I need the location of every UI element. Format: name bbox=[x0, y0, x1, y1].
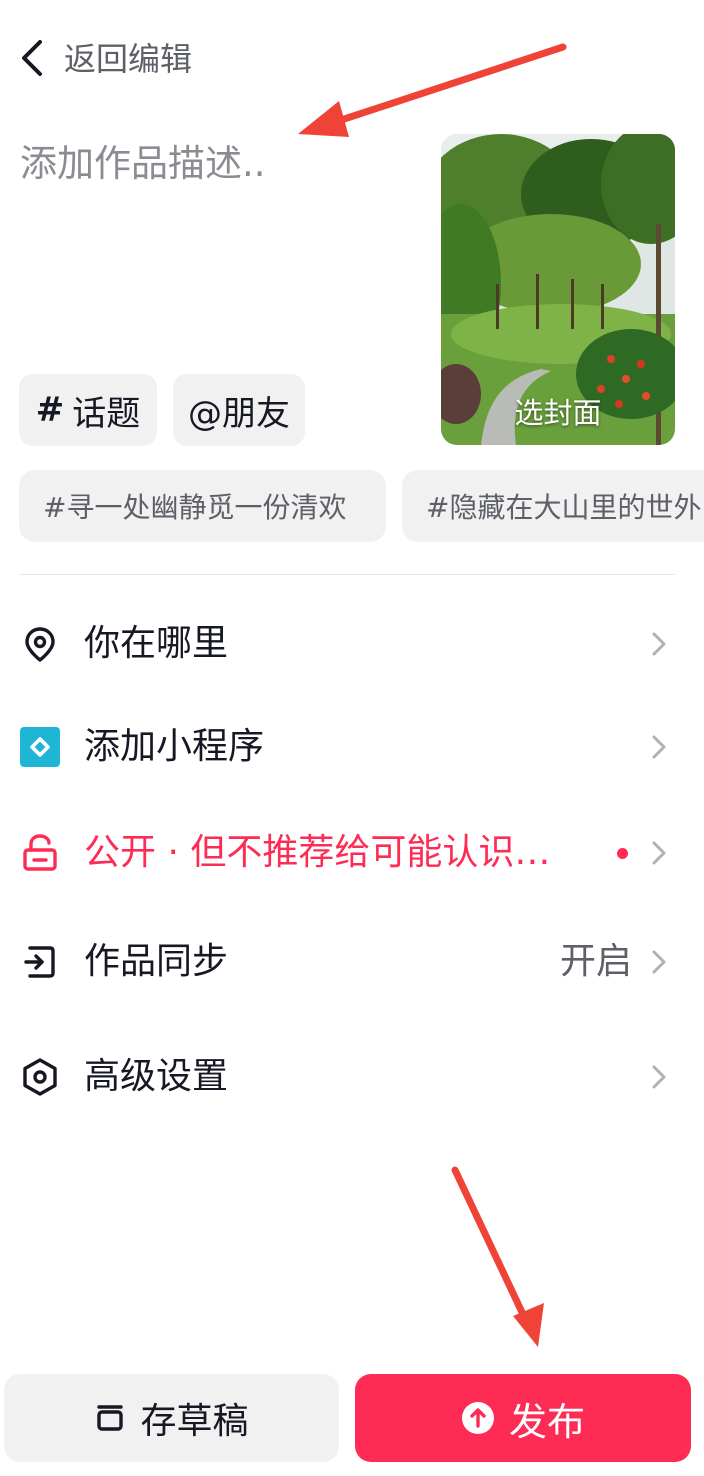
topic-chip-label: 话题 bbox=[72, 393, 141, 434]
mention-friend-chip[interactable]: @朋友 bbox=[173, 374, 305, 446]
save-draft-label: 存草稿 bbox=[140, 1401, 249, 1442]
privacy-row[interactable]: 公开 · 但不推荐给可能认识… bbox=[0, 803, 704, 903]
topic-chip[interactable]: # 话题 bbox=[19, 374, 157, 446]
chevron-right-icon bbox=[652, 1065, 666, 1089]
save-draft-button[interactable]: 存草稿 bbox=[4, 1374, 339, 1462]
sync-status-value: 开启 bbox=[559, 941, 632, 982]
sync-row[interactable]: 作品同步 开启 bbox=[0, 912, 704, 1012]
advanced-settings-label: 高级设置 bbox=[84, 1056, 229, 1097]
chevron-right-icon bbox=[652, 632, 666, 656]
back-to-edit-link[interactable]: 返回编辑 bbox=[64, 38, 192, 80]
upload-arrow-icon bbox=[461, 1402, 494, 1434]
hash-icon: # bbox=[35, 390, 65, 430]
mention-friend-label: @朋友 bbox=[188, 393, 290, 434]
hexagon-settings-icon bbox=[23, 1058, 57, 1096]
publish-label: 发布 bbox=[508, 1399, 585, 1444]
description-input[interactable] bbox=[14, 133, 436, 371]
sync-exit-icon bbox=[24, 946, 55, 978]
publish-button[interactable]: 发布 bbox=[355, 1374, 691, 1462]
chevron-right-icon bbox=[652, 950, 666, 974]
select-cover-label: 选封面 bbox=[514, 396, 602, 430]
notification-dot bbox=[617, 848, 628, 859]
location-label: 你在哪里 bbox=[84, 623, 229, 664]
suggested-hashtag[interactable]: #寻一处幽静觅一份清欢 bbox=[19, 470, 386, 542]
privacy-label: 公开 · 但不推荐给可能认识… bbox=[84, 832, 551, 873]
mini-program-icon bbox=[20, 727, 60, 767]
cover-selector[interactable]: 选封面 bbox=[441, 134, 675, 445]
draft-box-icon bbox=[97, 1405, 124, 1431]
back-chevron-icon[interactable] bbox=[18, 38, 48, 78]
mini-program-row[interactable]: 添加小程序 bbox=[0, 697, 704, 797]
divider bbox=[19, 574, 675, 575]
mini-program-label: 添加小程序 bbox=[84, 726, 265, 767]
unlock-icon bbox=[23, 834, 57, 871]
advanced-settings-row[interactable]: 高级设置 bbox=[0, 1027, 704, 1127]
location-row[interactable]: 你在哪里 bbox=[0, 594, 704, 694]
chevron-right-icon bbox=[652, 841, 666, 865]
location-pin-icon bbox=[25, 627, 55, 662]
suggested-hashtag[interactable]: #隐藏在大山里的世外 bbox=[402, 470, 704, 542]
chevron-right-icon bbox=[652, 735, 666, 759]
sync-label: 作品同步 bbox=[84, 941, 229, 982]
